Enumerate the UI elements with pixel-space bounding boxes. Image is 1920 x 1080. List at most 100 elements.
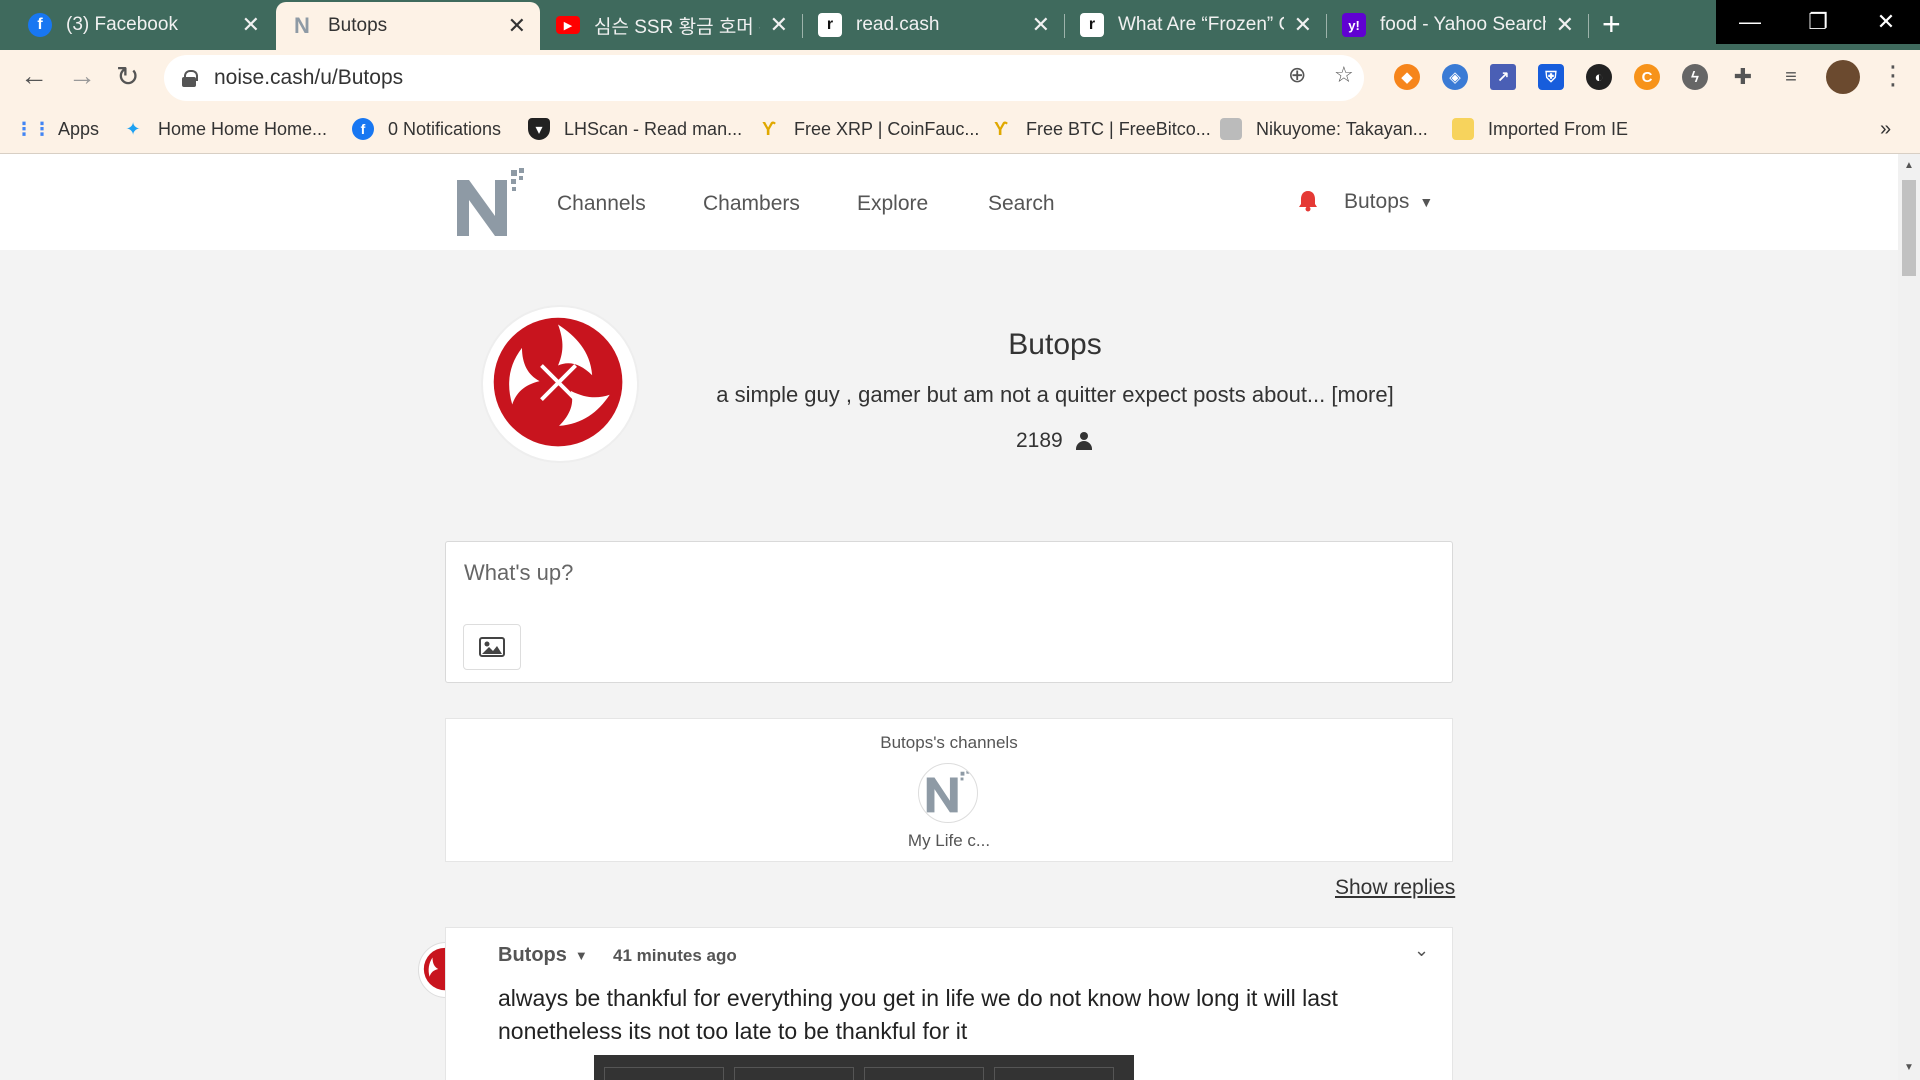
channel-label[interactable]: My Life c... (446, 831, 1452, 851)
read-cash-icon: r (818, 13, 842, 37)
faucet-icon: ϒ (762, 118, 776, 139)
extension-icon[interactable]: ↗ (1490, 64, 1516, 90)
reload-icon[interactable]: ↻ (116, 60, 139, 93)
bookmark-nikuyome[interactable]: Nikuyome: Takayan... (1220, 118, 1428, 140)
close-icon[interactable]: ✕ (242, 12, 260, 38)
channels-panel: Butops's channels My Life c... (445, 718, 1453, 862)
close-icon[interactable]: ✕ (1294, 12, 1312, 38)
tab-butops[interactable]: N Butops ✕ (276, 2, 540, 50)
scroll-down-icon[interactable]: ▼ (1904, 1062, 1914, 1073)
lock-icon (182, 70, 198, 87)
more-menu-icon[interactable]: ⋮ (1880, 60, 1906, 91)
back-icon[interactable]: ← (20, 60, 48, 92)
show-replies-link[interactable]: Show replies (1335, 876, 1455, 900)
new-tab-button[interactable]: + (1602, 6, 1621, 43)
follower-count[interactable]: 2189 (1016, 429, 1093, 453)
bookmark-label: Free BTC | FreeBitco... (1026, 118, 1211, 139)
faucet-icon: ϒ (994, 118, 1008, 139)
bookmark-lhscan[interactable]: ▾ LHScan - Read man... (528, 118, 742, 140)
tab-title: 심슨 SSR 황금 호머 - (594, 16, 760, 38)
composer-placeholder[interactable]: What's up? (464, 560, 573, 586)
youtube-icon: ▶ (556, 16, 580, 34)
close-icon[interactable]: ✕ (770, 12, 788, 38)
image-panel (734, 1067, 854, 1080)
bookmarks-bar: ⋮⋮ Apps ✦ Home Home Home... f 0 Notifica… (0, 106, 1920, 154)
profile-avatar[interactable] (1826, 60, 1860, 94)
media-queue-icon[interactable]: ≡ (1778, 64, 1804, 90)
person-icon (1075, 432, 1093, 450)
tab-separator (1064, 14, 1065, 38)
tab-yahoo[interactable]: y! food - Yahoo Search ✕ (1328, 0, 1588, 50)
nav-search[interactable]: Search (988, 192, 1055, 216)
noise-cash-logo[interactable] (455, 166, 529, 240)
bookmark-twitter[interactable]: ✦ Home Home Home... (122, 118, 327, 140)
tab-separator (802, 14, 803, 38)
attach-image-button[interactable] (463, 624, 521, 670)
bookmark-folder-ie[interactable]: Imported From IE (1452, 118, 1628, 140)
close-icon[interactable]: ✕ (1556, 12, 1574, 38)
minimize-button[interactable]: — (1716, 0, 1784, 44)
tab-title: Butops (328, 15, 388, 36)
scroll-up-icon[interactable]: ▲ (1904, 160, 1914, 171)
scrollbar-thumb[interactable] (1902, 180, 1916, 276)
coin-icon[interactable]: C (1634, 64, 1660, 90)
bookmark-notifications[interactable]: f 0 Notifications (352, 118, 501, 140)
bookmarks-overflow-button[interactable]: » (1880, 118, 1891, 141)
post-image[interactable] (594, 1055, 1134, 1080)
twitter-icon: ✦ (125, 118, 141, 139)
image-panel (864, 1067, 984, 1080)
url-text: noise.cash/u/Butops (214, 66, 404, 89)
extension-icon[interactable]: ◈ (1442, 64, 1468, 90)
close-icon[interactable]: ✕ (1032, 12, 1050, 38)
post-menu-chevron-icon[interactable]: ⌄ (1414, 940, 1429, 961)
tab-separator (1326, 14, 1327, 38)
bookmark-label: Imported From IE (1488, 118, 1629, 139)
profile-bio[interactable]: a simple guy , gamer but am not a quitte… (640, 382, 1470, 408)
bitwarden-icon[interactable]: ⛨ (1538, 64, 1564, 90)
nav-explore[interactable]: Explore (857, 192, 928, 216)
noise-cash-icon (926, 770, 970, 813)
facebook-icon: f (28, 13, 52, 37)
close-icon[interactable]: ✕ (508, 13, 526, 39)
bookmark-label: Apps (58, 118, 100, 139)
tab-frozen[interactable]: r What Are “Frozen” C ✕ (1066, 0, 1326, 50)
notification-bell-icon[interactable] (1298, 190, 1318, 212)
user-menu[interactable]: Butops ▼ (1344, 190, 1433, 214)
profile-avatar[interactable] (481, 305, 639, 463)
channel-avatar[interactable] (918, 763, 978, 823)
read-cash-icon: r (1080, 13, 1104, 37)
bookmark-apps[interactable]: ⋮⋮ Apps (15, 118, 100, 140)
page-viewport: Channels Chambers Explore Search Butops … (0, 154, 1898, 1080)
tab-facebook[interactable]: f (3) Facebook ✕ (14, 0, 274, 50)
add-to-home-icon[interactable]: ⊕ (1288, 62, 1306, 88)
yahoo-icon: y! (1342, 13, 1366, 37)
folder-icon (1452, 118, 1474, 140)
apps-grid-icon: ⋮⋮ (15, 118, 51, 139)
address-bar[interactable]: noise.cash/u/Butops (164, 55, 1364, 101)
forward-icon[interactable]: → (68, 60, 96, 92)
tab-read-cash[interactable]: r read.cash ✕ (804, 0, 1064, 50)
nav-channels[interactable]: Channels (557, 192, 646, 216)
profile-name: Butops (1008, 328, 1102, 361)
metamask-icon[interactable]: ◆ (1394, 64, 1420, 90)
bookmark-coinfaucet[interactable]: ϒ Free XRP | CoinFauc... (758, 118, 979, 140)
post-author[interactable]: Butops ▼ (498, 944, 588, 967)
puzzle-icon[interactable]: ✚ (1730, 64, 1756, 90)
post-card: Butops ▼ 41 minutes ago ⌄ always be than… (445, 927, 1453, 1080)
user-menu-name: Butops (1344, 190, 1410, 213)
extension-icon[interactable]: ◐ (1586, 64, 1612, 90)
post-timestamp[interactable]: 41 minutes ago (613, 946, 737, 966)
close-window-button[interactable]: ✕ (1852, 0, 1920, 44)
bookmark-freebitco[interactable]: ϒ Free BTC | FreeBitco... (990, 118, 1211, 140)
post-author-name: Butops (498, 944, 567, 966)
post-composer[interactable]: What's up? (445, 541, 1453, 683)
bookmark-label: LHScan - Read man... (564, 118, 743, 139)
restore-button[interactable]: ❐ (1784, 0, 1852, 44)
chevron-down-icon: ▼ (1419, 194, 1434, 210)
bolt-icon[interactable]: ϟ (1682, 64, 1708, 90)
nav-chambers[interactable]: Chambers (703, 192, 800, 216)
image-panel (604, 1067, 724, 1080)
bookmark-star-icon[interactable]: ☆ (1334, 62, 1354, 88)
page-scrollbar[interactable]: ▲ ▼ (1898, 154, 1920, 1080)
tab-youtube[interactable]: ▶ 심슨 SSR 황금 호머 - ✕ (542, 0, 802, 50)
